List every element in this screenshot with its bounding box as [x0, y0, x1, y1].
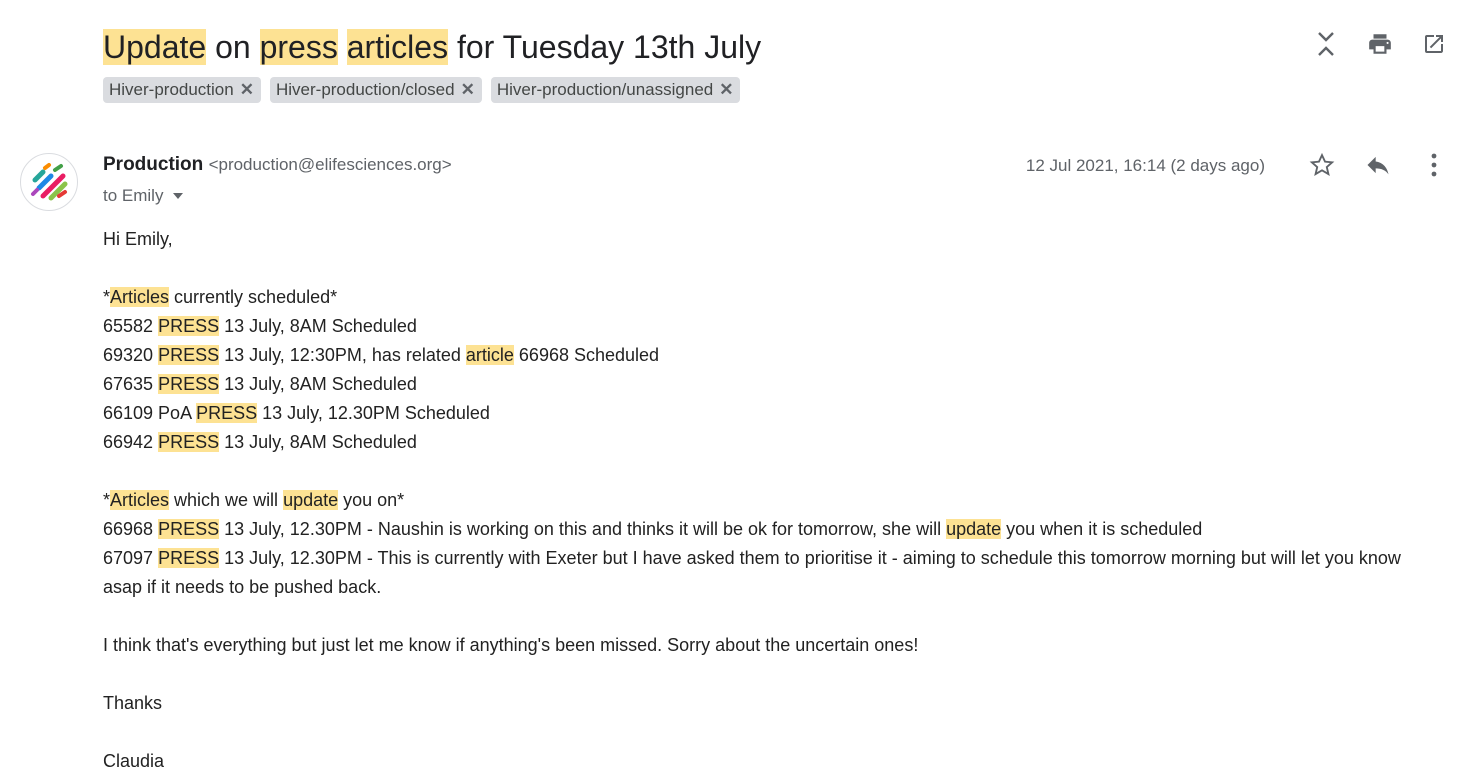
article-line: 66968 PRESS 13 July, 12.30PM - Naushin i… — [103, 515, 1443, 544]
text: 65582 — [103, 316, 159, 336]
closing-paragraph: I think that's everything but just let m… — [103, 635, 919, 655]
label-text: Hiver-production/closed — [275, 80, 455, 99]
thread-toolbar — [1312, 30, 1448, 58]
signature: Claudia — [103, 751, 165, 771]
section-heading: *Articles which we will update you on* — [103, 486, 1443, 515]
text: 13 July, 8AM Scheduled — [219, 316, 417, 336]
article-line: 67635 PRESS 13 July, 8AM Scheduled — [103, 370, 1443, 399]
search-highlight: PRESS — [158, 316, 220, 336]
message-date: 12 Jul 2021, 16:14 (2 days ago) — [1025, 156, 1265, 175]
search-highlight: PRESS — [158, 519, 220, 539]
search-highlight: PRESS — [158, 548, 220, 568]
text: currently scheduled* — [169, 287, 338, 307]
article-line: 69320 PRESS 13 July, 12:30PM, has relate… — [103, 341, 1443, 370]
search-highlight: update — [946, 519, 1002, 539]
search-highlight: Articles — [110, 287, 170, 307]
subject-text: for Tuesday 13th July — [448, 29, 762, 65]
article-line: 66109 PoA PRESS 13 July, 12.30PM Schedul… — [103, 399, 1443, 428]
recipient-text: to Emily — [103, 186, 164, 205]
label-text: Hiver-production — [109, 80, 234, 99]
sender-name[interactable]: Production — [103, 154, 203, 175]
subject-text: on — [206, 29, 260, 65]
chevron-down-icon[interactable] — [173, 193, 184, 199]
open-in-new-window-icon[interactable] — [1420, 30, 1448, 58]
remove-label-icon[interactable]: ✕ — [461, 80, 475, 100]
text: 66968 Scheduled — [513, 345, 660, 365]
text: 66942 — [103, 432, 159, 452]
text: you when it is scheduled — [1001, 519, 1203, 539]
text: 13 July, 12:30PM, has related — [219, 345, 466, 365]
thanks-line: Thanks — [103, 693, 163, 713]
message-actions — [1308, 151, 1448, 179]
subject-highlight: press — [259, 29, 338, 65]
text: 66109 PoA — [103, 403, 197, 423]
remove-label-icon[interactable]: ✕ — [719, 80, 733, 100]
text: which we will — [169, 490, 284, 510]
email-subject: Update on press articles for Tuesday 13t… — [103, 26, 761, 68]
text: 13 July, 8AM Scheduled — [219, 374, 417, 394]
label-chip[interactable]: Hiver-production/closed ✕ — [269, 77, 482, 103]
label-text: Hiver-production/unassigned — [496, 80, 714, 99]
text: 66968 — [103, 519, 159, 539]
reply-icon[interactable] — [1364, 151, 1392, 179]
recipient-details-toggle[interactable]: to Emily — [103, 186, 184, 206]
text: * — [103, 287, 111, 307]
sender-avatar[interactable] — [20, 153, 78, 211]
search-highlight: PRESS — [196, 403, 258, 423]
search-highlight: PRESS — [158, 432, 220, 452]
text: 13 July, 12.30PM Scheduled — [257, 403, 490, 423]
more-options-icon[interactable] — [1420, 151, 1448, 179]
search-highlight: PRESS — [158, 345, 220, 365]
article-line: 66942 PRESS 13 July, 8AM Scheduled — [103, 428, 1443, 457]
text: 13 July, 12.30PM - This is currently wit… — [103, 548, 1401, 597]
message-body: Hi Emily, *Articles currently scheduled*… — [103, 225, 1443, 776]
label-list: Hiver-production ✕ Hiver-production/clos… — [103, 77, 741, 103]
print-icon[interactable] — [1366, 30, 1394, 58]
text: 67635 — [103, 374, 159, 394]
search-highlight: PRESS — [158, 374, 220, 394]
section-heading: *Articles currently scheduled* — [103, 283, 1443, 312]
text: * — [103, 490, 111, 510]
label-chip[interactable]: Hiver-production ✕ — [103, 77, 261, 103]
subject-highlight: Update — [103, 29, 207, 65]
star-icon[interactable] — [1308, 151, 1336, 179]
text: 67097 — [103, 548, 159, 568]
text: you on* — [338, 490, 405, 510]
remove-label-icon[interactable]: ✕ — [240, 80, 254, 100]
text: 13 July, 8AM Scheduled — [219, 432, 417, 452]
article-line: 65582 PRESS 13 July, 8AM Scheduled — [103, 312, 1443, 341]
sender-line: Production <production@elifesciences.org… — [103, 154, 452, 176]
collapse-icon[interactable] — [1312, 30, 1340, 58]
search-highlight: update — [283, 490, 339, 510]
label-chip[interactable]: Hiver-production/unassigned ✕ — [490, 77, 741, 103]
article-line: 67097 PRESS 13 July, 12.30PM - This is c… — [103, 544, 1443, 602]
text: 13 July, 12.30PM - Naushin is working on… — [219, 519, 947, 539]
search-highlight: Articles — [110, 490, 170, 510]
subject-highlight: articles — [346, 29, 449, 65]
greeting: Hi Emily, — [103, 229, 173, 249]
sender-email: <production@elifesciences.org> — [208, 155, 452, 174]
search-highlight: article — [465, 345, 514, 365]
subject-text — [338, 29, 347, 65]
text: 69320 — [103, 345, 159, 365]
